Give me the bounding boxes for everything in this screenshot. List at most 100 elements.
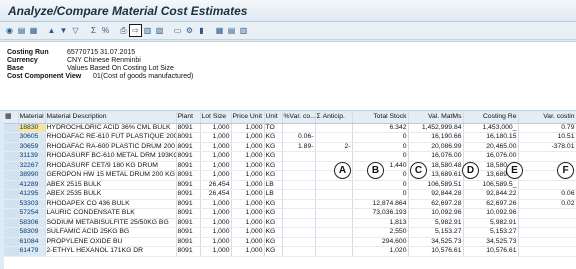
sort-desc-icon[interactable]: ▼ <box>58 25 69 36</box>
table-row[interactable]: 53303 RHODAPEX CO 436 BULK 8091 1,000 1,000 K… <box>4 199 576 209</box>
cell-desc: RHODAFAC RE-610 FUT PLASTIQUE 200 KG <box>45 132 177 143</box>
cell-varc: 0.79 <box>518 123 576 133</box>
cell-desc: HYDROCHLORIC ACID 36% CML BULK <box>45 123 177 133</box>
table-row[interactable]: 30659 RHODAFAC RA-600 PLASTIC DRUM 200 KG… <box>4 142 576 152</box>
cell-stock: 1,020 <box>352 246 409 257</box>
row-selector[interactable] <box>4 218 19 228</box>
cell-desc: GEROPON HW 15 METAL DRUM 200 KG <box>45 170 177 181</box>
toolbar: ◉ ▤ ▦ ▲ ▼ ▽ Σ % ⎙ ⇨ ▥ ▧ ▭ ⚙ ▮ ▦ ▤ ▥ <box>0 22 576 40</box>
cell-desc: RHODAPEX CO 436 BULK <box>45 199 177 209</box>
print-icon[interactable]: ⎙ <box>118 25 129 36</box>
details-icon[interactable]: ▭ <box>172 25 183 36</box>
window-title: Analyze/Compare Material Cost Estimates <box>0 0 576 22</box>
cell-lot: 1,000 <box>200 123 232 133</box>
table-row[interactable]: 38990 GEROPON HW 15 METAL DRUM 200 KG 8091… <box>4 170 576 181</box>
cell-val: 5,982.91 <box>408 218 464 228</box>
cell-varc: -378.01 <box>518 142 576 152</box>
row-selector[interactable] <box>4 151 19 162</box>
col-plant[interactable]: Plant <box>176 112 201 124</box>
cell-lot: 1,000 <box>200 208 232 219</box>
col-material[interactable]: Material <box>18 112 46 124</box>
col-val-matms[interactable]: Val. MatMs <box>408 112 464 124</box>
filter-icon[interactable]: ▽ <box>70 25 81 36</box>
local-file-icon[interactable]: ▦ <box>28 25 39 36</box>
col-total-stock[interactable]: Total Stock <box>352 112 409 124</box>
cell-material: 30605 <box>18 132 46 143</box>
table-row[interactable]: 61479 2-ETHYL HEXANOL 171KG DR 8091 1,000 1,… <box>4 246 576 257</box>
cell-desc: 2-ETHYL HEXANOL 171KG DR <box>45 246 177 257</box>
row-selector[interactable] <box>4 246 19 257</box>
table-row[interactable]: 58309 SULFAMIC ACID 25KG BG 8091 1,000 1,000… <box>4 227 576 238</box>
table-row[interactable]: 31139 RHODASURF BC-610 METAL DRM 193KG 809… <box>4 151 576 162</box>
row-selector[interactable] <box>4 142 19 152</box>
table-row[interactable]: 41289 ABEX 2515 BULK 8091 26,454 1,000 LB 0 106… <box>4 180 576 190</box>
cell-pu: 1,000 <box>231 180 265 190</box>
row-selector[interactable] <box>4 199 19 209</box>
cell-stock: 0 <box>352 180 409 190</box>
cell-val: 5,153.27 <box>408 227 464 238</box>
col-costing-re[interactable]: Costing Re <box>463 112 519 124</box>
row-selector[interactable] <box>4 161 19 171</box>
col-unit[interactable]: Unit <box>264 112 283 124</box>
cell-unit: KG <box>264 208 283 219</box>
cell-val: 10,576.61 <box>408 246 464 257</box>
cell-material: 58306 <box>18 218 46 228</box>
table-row[interactable]: 30605 RHODAFAC RE-610 FUT PLASTIQUE 200 K… <box>4 132 576 143</box>
ccv-value: 01(Cost of goods manufactured) <box>93 73 194 80</box>
col-var-costing[interactable]: Var. costin <box>518 112 576 124</box>
col-description[interactable]: Material Description <box>45 112 177 124</box>
row-selector[interactable] <box>4 189 19 200</box>
cell-pu: 1,000 <box>231 189 265 200</box>
cell-antic <box>315 237 353 247</box>
sort-asc-icon[interactable]: ▲ <box>46 25 57 36</box>
spreadsheet-icon[interactable]: ▥ <box>142 25 153 36</box>
cell-val: 10,092.96 <box>408 208 464 219</box>
subtotal-icon[interactable]: % <box>100 25 111 36</box>
cell-unit: KG <box>264 142 283 152</box>
row-selector[interactable] <box>4 237 19 247</box>
cell-varc: 0.02 <box>518 199 576 209</box>
export-icon[interactable]: ⇨ <box>129 24 142 37</box>
grid-icon[interactable]: ▦ <box>214 25 225 36</box>
cell-var <box>282 227 316 238</box>
toolbar-separator <box>82 25 87 36</box>
graphic-icon[interactable]: ▧ <box>154 25 165 36</box>
cell-material: 57254 <box>18 208 46 219</box>
cell-plant: 8091 <box>176 227 201 238</box>
col-price-unit[interactable]: Price Unit <box>231 112 265 124</box>
cell-pu: 1,000 <box>231 199 265 209</box>
col-lot-size[interactable]: Lot Size <box>200 112 232 124</box>
currency-label: Currency <box>7 57 38 64</box>
cell-plant: 8091 <box>176 151 201 162</box>
col-anticip[interactable]: Σ Anticip. <box>315 112 353 124</box>
table-row[interactable]: 58306 SODIUM METABISULFITE 25/50KG BG 8091… <box>4 218 576 228</box>
row-selector[interactable] <box>4 123 19 133</box>
row-selector[interactable] <box>4 208 19 219</box>
cell-plant: 8091 <box>176 237 201 247</box>
view-icon[interactable]: ▤ <box>226 25 237 36</box>
table-row[interactable]: 32267 RHODASURF CET/9 180 KG DRUM 8091 1,00… <box>4 161 576 171</box>
table-row[interactable]: 61084 PROPYLENE OXIDE BU 8091 1,000 1,000 KG 2… <box>4 237 576 247</box>
abc-icon[interactable]: ▮ <box>196 25 207 36</box>
cell-varc <box>518 208 576 219</box>
row-selector[interactable] <box>4 180 19 190</box>
cell-lot: 1,000 <box>200 142 232 152</box>
table-row[interactable]: 57254 LAURIC CONDENSATE BLK 8091 1,000 1,000… <box>4 208 576 219</box>
cell-material: 41295 <box>18 189 46 200</box>
save-icon[interactable]: ▤ <box>16 25 27 36</box>
row-selector[interactable] <box>4 170 19 181</box>
col-var-pct[interactable]: %Var. co... <box>282 112 316 124</box>
sum-icon[interactable]: Σ <box>88 25 99 36</box>
table-row[interactable]: 18830 HYDROCHLORIC ACID 36% CML BULK 8091 1… <box>4 123 576 133</box>
cell-unit: LB <box>264 180 283 190</box>
cell-varc: 10.51 <box>518 132 576 143</box>
cell-desc: RHODAFAC RA-600 PLASTIC DRUM 200 KG <box>45 142 177 152</box>
settings-icon[interactable]: ▥ <box>238 25 249 36</box>
layout-icon[interactable]: ⚙ <box>184 25 195 36</box>
row-selector[interactable] <box>4 227 19 238</box>
row-selector-header[interactable]: ▦ <box>4 112 19 124</box>
table-row[interactable]: 41295 ABEX 2535 BULK 8091 26,454 1,000 LB 0 92,… <box>4 189 576 200</box>
cell-var <box>282 237 316 247</box>
row-selector[interactable] <box>4 132 19 143</box>
choose-icon[interactable]: ◉ <box>4 25 15 36</box>
